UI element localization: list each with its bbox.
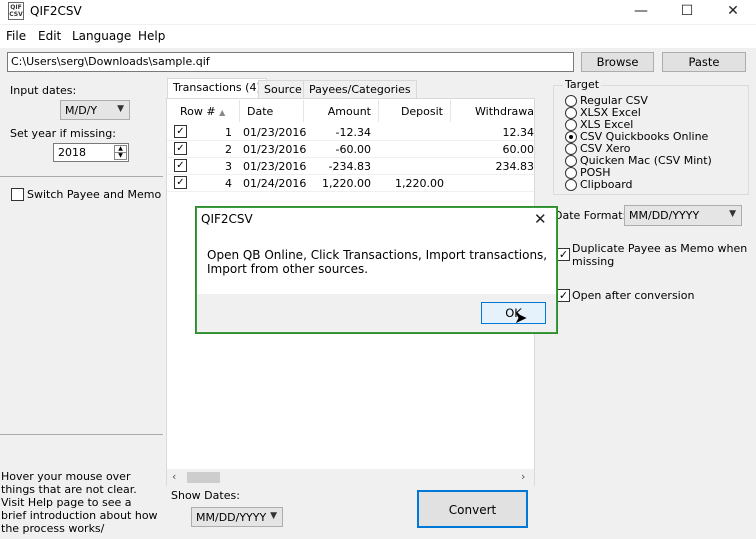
help-text: Hover your mouse over things that are no… <box>1 470 158 535</box>
chevron-down-icon: ▼ <box>270 511 277 521</box>
show-dates-select[interactable]: MM/DD/YYYY ▼ <box>191 507 283 527</box>
target-option-label: Clipboard <box>580 178 633 191</box>
mouse-cursor-icon: ➤ <box>514 308 528 327</box>
dialog-footer: OK <box>197 294 556 332</box>
year-value: 2018 <box>58 146 86 159</box>
show-dates-value: MM/DD/YYYY <box>196 511 267 524</box>
row-number: 4 <box>225 177 232 190</box>
row-checkbox[interactable]: ✓ <box>174 176 187 189</box>
chevron-down-icon: ▼ <box>117 104 124 114</box>
input-dates-select[interactable]: M/D/Y ▼ <box>60 100 130 120</box>
close-icon[interactable]: ✕ <box>710 0 756 24</box>
app-icon: QIF CSV <box>8 2 24 20</box>
column-header-date[interactable]: Date <box>240 100 304 122</box>
tab-transactions[interactable]: Transactions (4) <box>167 78 267 99</box>
date-format-label: Date Format: <box>554 209 627 222</box>
dialog-close-icon[interactable]: ✕ <box>534 210 547 228</box>
table-row[interactable]: ✓ 2 01/23/2016 -60.00 60.00 <box>167 141 534 158</box>
table-row[interactable]: ✓ 3 01/23/2016 -234.83 234.83 <box>167 158 534 175</box>
row-checkbox[interactable]: ✓ <box>174 159 187 172</box>
radio-xls-excel[interactable] <box>565 119 577 131</box>
radio-quicken-mac[interactable] <box>565 155 577 167</box>
sort-up-icon: ▲ <box>219 108 226 117</box>
radio-posh[interactable] <box>565 167 577 179</box>
row-amount: 1,220.00 <box>322 177 371 190</box>
convert-button[interactable]: Convert <box>417 490 528 528</box>
divider <box>0 176 163 177</box>
open-after-checkbox[interactable]: ✓ <box>557 289 570 302</box>
radio-csv-xero[interactable] <box>565 143 577 155</box>
target-title: Target <box>563 78 602 91</box>
minimize-icon[interactable]: — <box>618 0 664 24</box>
menu-file[interactable]: File <box>6 29 26 43</box>
radio-regular-csv[interactable] <box>565 95 577 107</box>
message-dialog: QIF2CSV ✕ Open QB Online, Click Transact… <box>196 207 557 333</box>
radio-csv-quickbooks-online[interactable] <box>565 131 577 143</box>
row-deposit: 1,220.00 <box>395 177 444 190</box>
row-date: 01/24/2016 <box>243 177 307 190</box>
scroll-left-icon[interactable]: ‹ <box>172 470 176 483</box>
menu-bar: File Edit Language Help <box>0 25 756 48</box>
row-checkbox[interactable]: ✓ <box>174 142 187 155</box>
column-row-label: Row # <box>180 105 216 118</box>
row-withdrawal <box>467 177 534 194</box>
title-bar: QIF CSV QIF2CSV — ☐ ✕ <box>0 0 756 24</box>
duplicate-payee-checkbox[interactable]: ✓ <box>557 248 570 261</box>
date-format-value: MM/DD/YYYY <box>629 209 700 222</box>
dialog-title: QIF2CSV <box>201 212 253 226</box>
horizontal-scrollbar[interactable]: ‹ › <box>167 469 534 486</box>
switch-payee-label: Switch Payee and Memo <box>27 188 162 201</box>
date-format-select[interactable]: MM/DD/YYYY ▼ <box>624 205 742 226</box>
input-dates-label: Input dates: <box>10 84 77 97</box>
column-header-amount[interactable]: Amount <box>304 100 379 122</box>
radio-clipboard[interactable] <box>565 179 577 191</box>
column-header-deposit[interactable]: Deposit <box>379 100 451 122</box>
tab-payees-categories[interactable]: Payees/Categories <box>303 80 417 99</box>
input-dates-value: M/D/Y <box>65 104 98 117</box>
scroll-thumb[interactable] <box>187 472 220 483</box>
table-row[interactable]: ✓ 4 01/24/2016 1,220.00 1,220.00 <box>167 175 534 192</box>
radio-xlsx-excel[interactable] <box>565 107 577 119</box>
duplicate-payee-label: Duplicate Payee as Memo when missing <box>572 242 748 268</box>
tab-source[interactable]: Source <box>258 80 308 99</box>
row-checkbox[interactable]: ✓ <box>174 125 187 138</box>
scroll-right-icon[interactable]: › <box>521 470 525 483</box>
window-title: QIF2CSV <box>30 4 82 18</box>
spin-down-icon[interactable]: ▼ <box>114 152 127 160</box>
show-dates-label: Show Dates: <box>171 489 240 502</box>
menu-edit[interactable]: Edit <box>38 29 61 43</box>
menu-language[interactable]: Language <box>72 29 131 43</box>
switch-payee-checkbox[interactable] <box>11 188 24 201</box>
year-spinner[interactable]: 2018 ▲ ▼ <box>53 143 129 162</box>
dialog-message: Open QB Online, Click Transactions, Impo… <box>207 248 548 276</box>
year-label: Set year if missing: <box>10 127 116 140</box>
table-row[interactable]: ✓ 1 01/23/2016 -12.34 12.34 <box>167 124 534 141</box>
file-path-input[interactable]: C:\Users\serg\Downloads\sample.qif <box>7 52 574 72</box>
column-header-row[interactable]: Row # ▲ <box>170 100 240 122</box>
chevron-down-icon: ▼ <box>729 209 736 219</box>
maximize-icon[interactable]: ☐ <box>664 0 710 24</box>
browse-button[interactable]: Browse <box>581 52 654 72</box>
open-after-label: Open after conversion <box>572 289 695 302</box>
menu-help[interactable]: Help <box>138 29 165 43</box>
paste-button[interactable]: Paste <box>662 52 746 72</box>
divider <box>0 434 163 435</box>
column-header-withdrawal[interactable]: Withdrawa <box>451 100 534 122</box>
